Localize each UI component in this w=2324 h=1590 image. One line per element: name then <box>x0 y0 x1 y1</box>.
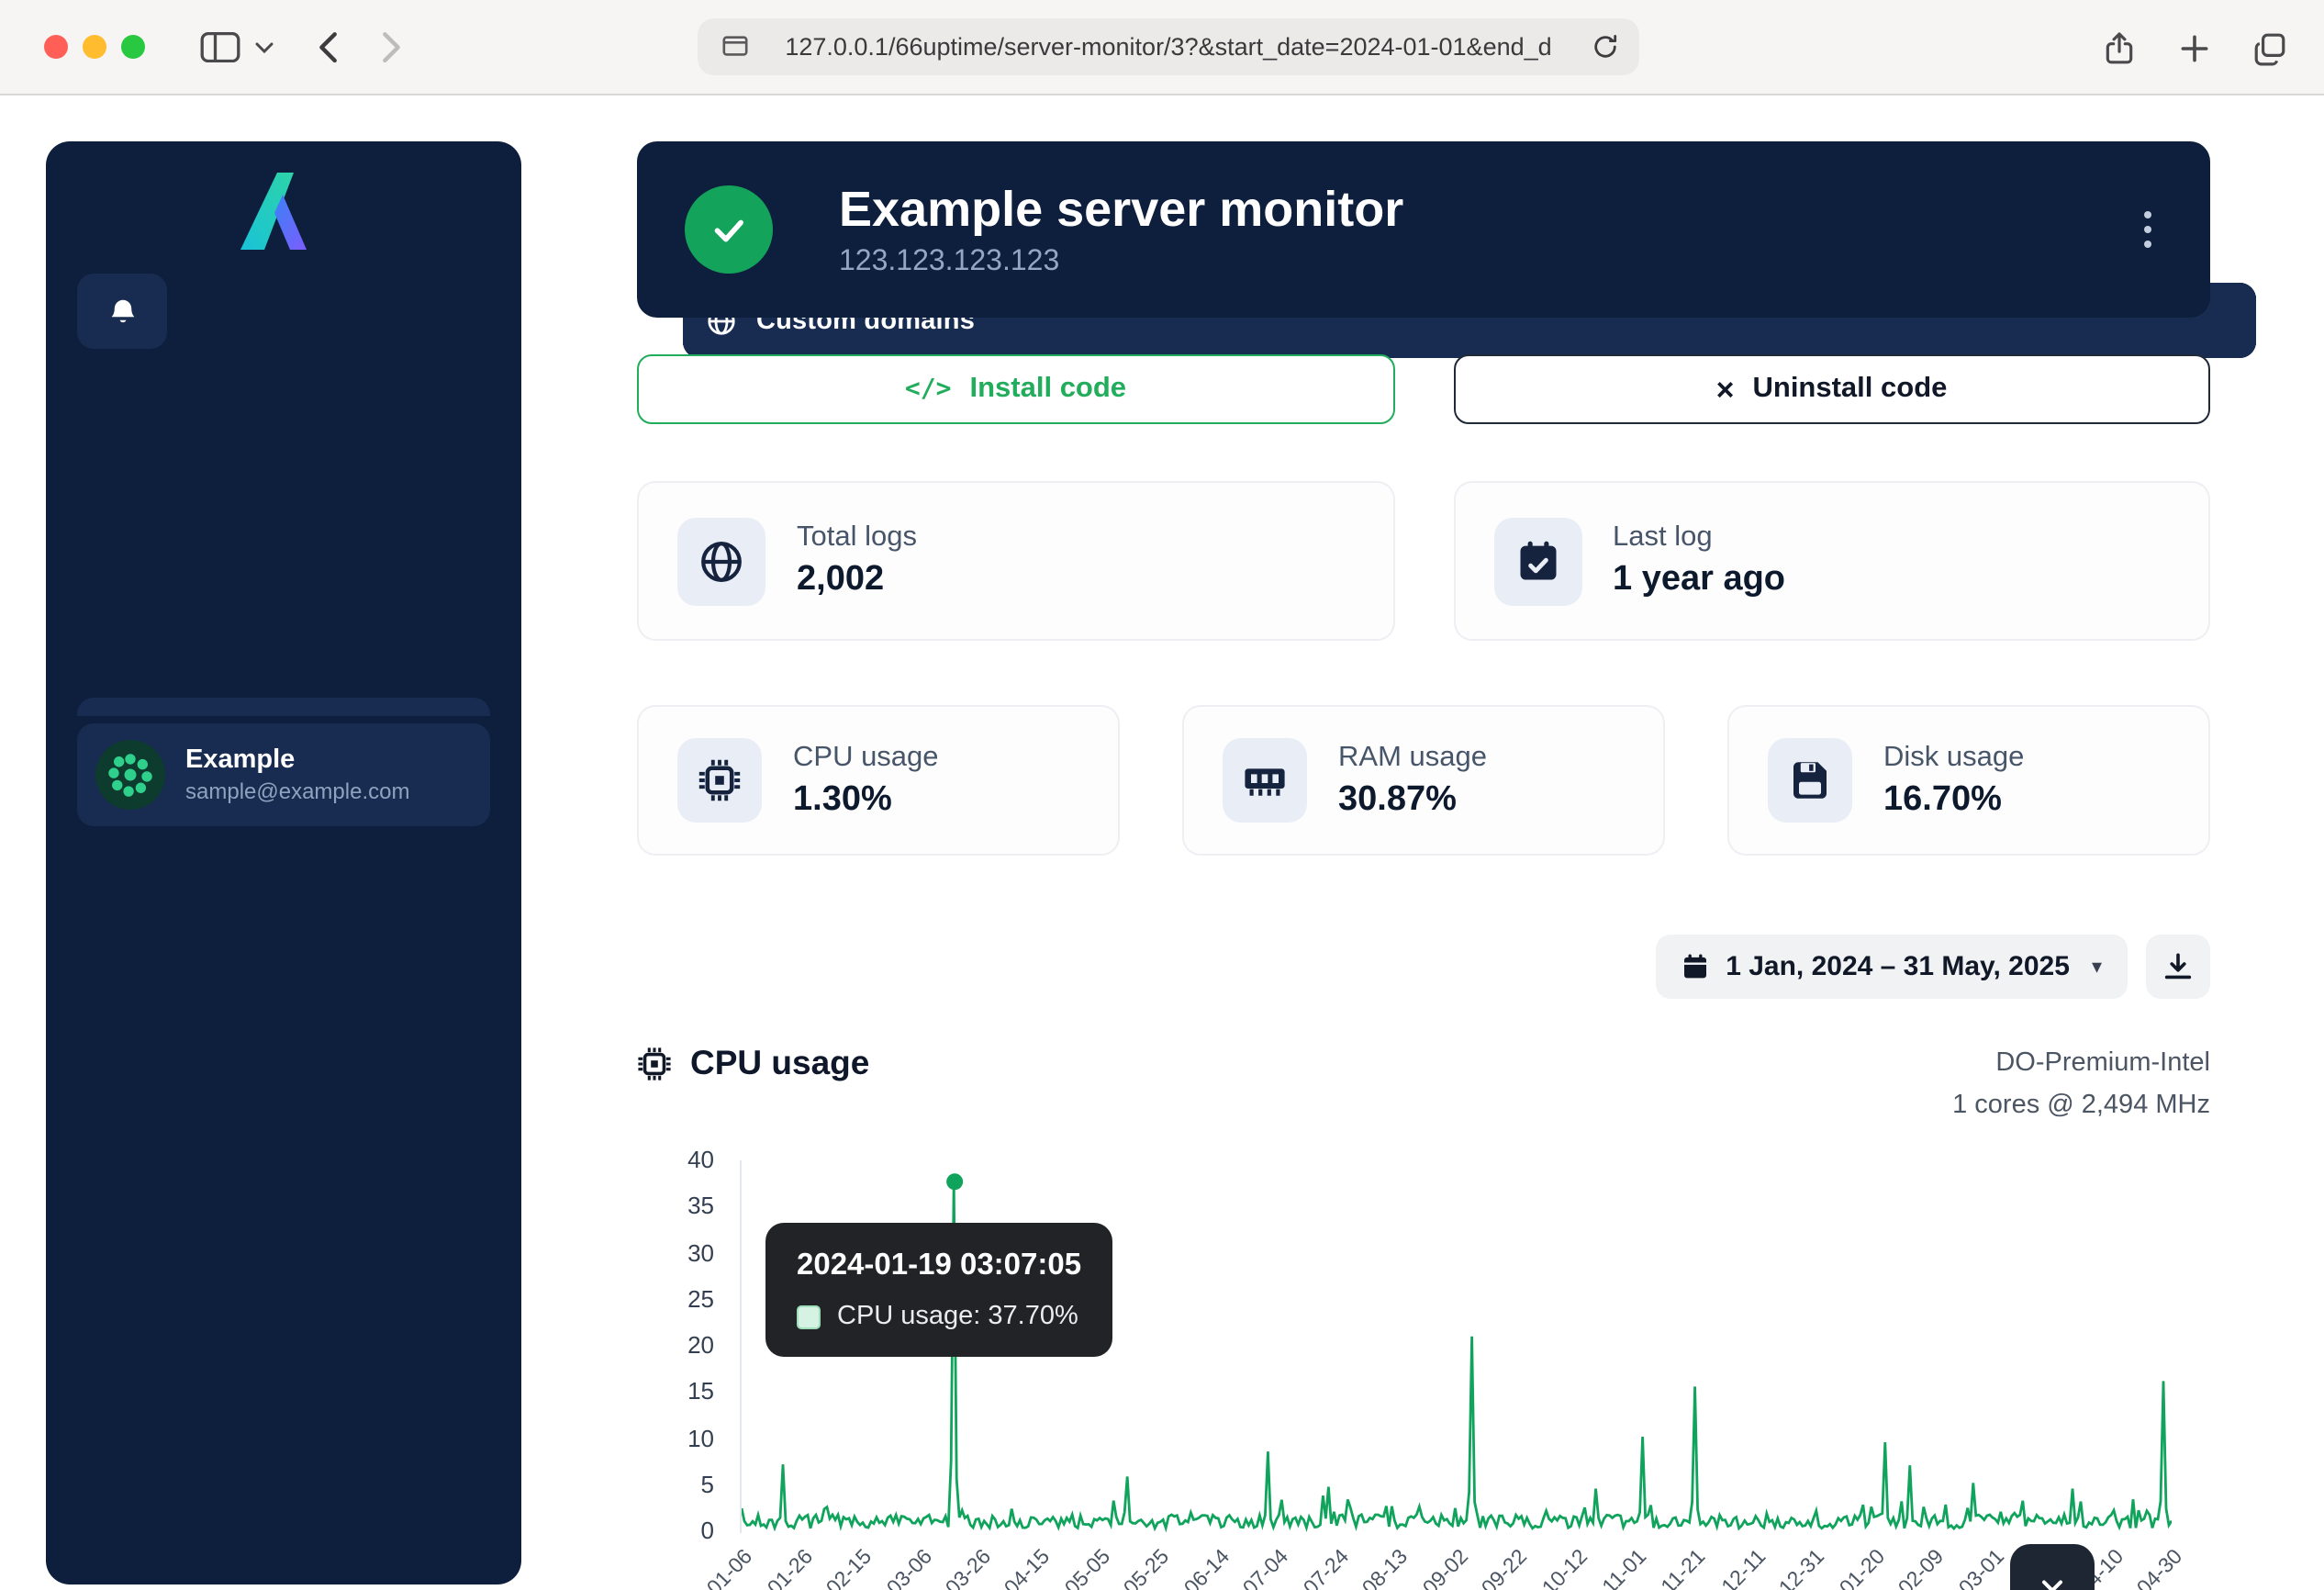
sidebar-item-partial <box>77 698 490 716</box>
bell-icon <box>107 297 137 326</box>
disk-usage-card: Disk usage 16.70% <box>1727 705 2210 856</box>
y-axis-tick: 25 <box>637 1285 714 1313</box>
y-axis-tick: 0 <box>637 1517 714 1544</box>
server-name: DO-Premium-Intel <box>1952 1043 2210 1085</box>
stat-label: Disk usage <box>1883 741 2024 774</box>
maximize-window-button[interactable] <box>121 35 145 59</box>
sidebar: Dashboard Uptime monitors DNS monitors <box>46 141 521 1584</box>
total-logs-card: Total logs 2,002 <box>637 481 1394 641</box>
notifications-button[interactable] <box>77 274 167 349</box>
scroll-down-button[interactable] <box>2010 1544 2095 1590</box>
chart-tooltip: 2024-01-19 03:07:05 CPU usage: 37.70% <box>765 1223 1112 1357</box>
y-axis-tick: 20 <box>637 1331 714 1359</box>
y-axis-tick: 35 <box>637 1192 714 1220</box>
stat-label: Total logs <box>797 521 917 554</box>
uninstall-code-label: Uninstall code <box>1753 373 1948 406</box>
stat-value: 1.30% <box>793 779 939 820</box>
calendar-icon <box>1682 953 1709 980</box>
monitor-title: Example server monitor <box>839 181 1403 238</box>
url-text: 127.0.0.1/66uptime/server-monitor/3?&sta… <box>698 33 1639 61</box>
user-email: sample@example.com <box>185 778 409 804</box>
disk-icon <box>1768 738 1852 823</box>
y-axis-tick: 30 <box>637 1238 714 1266</box>
share-icon[interactable] <box>2102 30 2137 65</box>
toolbar-actions <box>2102 0 2287 95</box>
series-peak-dot <box>946 1173 963 1190</box>
download-icon <box>2162 951 2194 982</box>
close-window-button[interactable] <box>44 35 68 59</box>
reload-icon[interactable] <box>1592 33 1619 61</box>
forward-icon[interactable] <box>382 32 402 62</box>
status-up-icon <box>685 185 773 274</box>
back-icon[interactable] <box>318 32 338 62</box>
install-code-button[interactable]: </> Install code <box>637 354 1394 424</box>
chevron-down-icon: ▾ <box>2092 955 2102 979</box>
globe-icon <box>677 517 765 605</box>
page-settings-icon[interactable] <box>721 33 749 61</box>
stat-label: Last log <box>1613 521 1785 554</box>
user-menu[interactable]: Example sample@example.com <box>77 723 490 826</box>
server-specs: 1 cores @ 2,494 MHz <box>1952 1085 2210 1127</box>
cpu-icon <box>677 738 762 823</box>
monitor-options-button[interactable] <box>2133 196 2162 263</box>
stat-label: CPU usage <box>793 741 939 774</box>
series-swatch <box>797 1304 821 1328</box>
chevron-down-icon <box>2036 1570 2069 1590</box>
stat-value: 1 year ago <box>1613 560 1785 600</box>
ram-icon <box>1223 738 1307 823</box>
calendar-check-icon <box>1493 517 1581 605</box>
stat-value: 16.70% <box>1883 779 2024 820</box>
address-bar[interactable]: 127.0.0.1/66uptime/server-monitor/3?&sta… <box>698 18 1639 75</box>
stat-value: 2,002 <box>797 560 917 600</box>
browser-toolbar: 127.0.0.1/66uptime/server-monitor/3?&sta… <box>0 0 2324 95</box>
window-controls <box>44 35 145 59</box>
app-window: 127.0.0.1/66uptime/server-monitor/3?&sta… <box>0 0 2324 1590</box>
y-axis-tick: 40 <box>637 1146 714 1173</box>
main-content: Example server monitor 123.123.123.123 <… <box>637 141 2210 1590</box>
chart-toolbar: 1 Jan, 2024 – 31 May, 2025 ▾ <box>637 935 2210 999</box>
cpu-usage-chart: CPU usage DO-Premium-Intel 1 cores @ 2,4… <box>637 1043 2210 1590</box>
logo-icon <box>232 165 335 253</box>
y-axis-tick: 10 <box>637 1424 714 1451</box>
sidebar-nav: Dashboard Uptime monitors DNS monitors <box>77 274 490 663</box>
y-axis: 4035302520151050 <box>637 1160 727 1531</box>
uninstall-code-button[interactable]: × Uninstall code <box>1453 354 2210 424</box>
tooltip-value: CPU usage: 37.70% <box>837 1302 1078 1331</box>
date-range-label: 1 Jan, 2024 – 31 May, 2025 <box>1726 951 2070 982</box>
tooltip-timestamp: 2024-01-19 03:07:05 <box>797 1248 1081 1283</box>
date-range-picker[interactable]: 1 Jan, 2024 – 31 May, 2025 ▾ <box>1656 935 2128 999</box>
sidebar-toggle-icon[interactable] <box>200 31 240 62</box>
avatar <box>95 740 165 810</box>
y-axis-tick: 5 <box>637 1471 714 1498</box>
chevron-down-icon[interactable] <box>255 41 274 52</box>
download-chart-button[interactable] <box>2146 935 2210 999</box>
monitor-header-card: Example server monitor 123.123.123.123 <box>637 141 2210 318</box>
cpu-icon <box>637 1046 672 1081</box>
tab-overview-icon[interactable] <box>2252 30 2287 65</box>
close-icon: × <box>1716 374 1735 405</box>
stat-value: 30.87% <box>1338 779 1487 820</box>
new-tab-icon[interactable] <box>2177 30 2212 65</box>
chart-title: CPU usage <box>690 1043 869 1083</box>
ram-usage-card: RAM usage 30.87% <box>1182 705 1665 856</box>
code-icon: </> <box>905 375 952 404</box>
stat-label: RAM usage <box>1338 741 1487 774</box>
last-log-card: Last log 1 year ago <box>1453 481 2210 641</box>
code-actions: </> Install code × Uninstall code <box>637 354 2210 424</box>
log-stats-row: Total logs 2,002 Last log 1 year ago <box>637 481 2210 641</box>
minimize-window-button[interactable] <box>83 35 106 59</box>
monitor-ip: 123.123.123.123 <box>839 245 1403 278</box>
y-axis-tick: 15 <box>637 1378 714 1405</box>
cpu-usage-card: CPU usage 1.30% <box>637 705 1120 856</box>
install-code-label: Install code <box>970 373 1127 406</box>
chart-plot-area[interactable]: 4035302520151050 2024-01-062024-01-26202… <box>637 1160 2210 1590</box>
app-logo[interactable] <box>77 165 490 253</box>
x-axis: 2024-01-062024-01-262024-02-152024-03-06… <box>742 1539 2172 1590</box>
usage-stats-row: CPU usage 1.30% RAM usage 30.87% Disk <box>637 705 2210 856</box>
user-name: Example <box>185 745 409 775</box>
